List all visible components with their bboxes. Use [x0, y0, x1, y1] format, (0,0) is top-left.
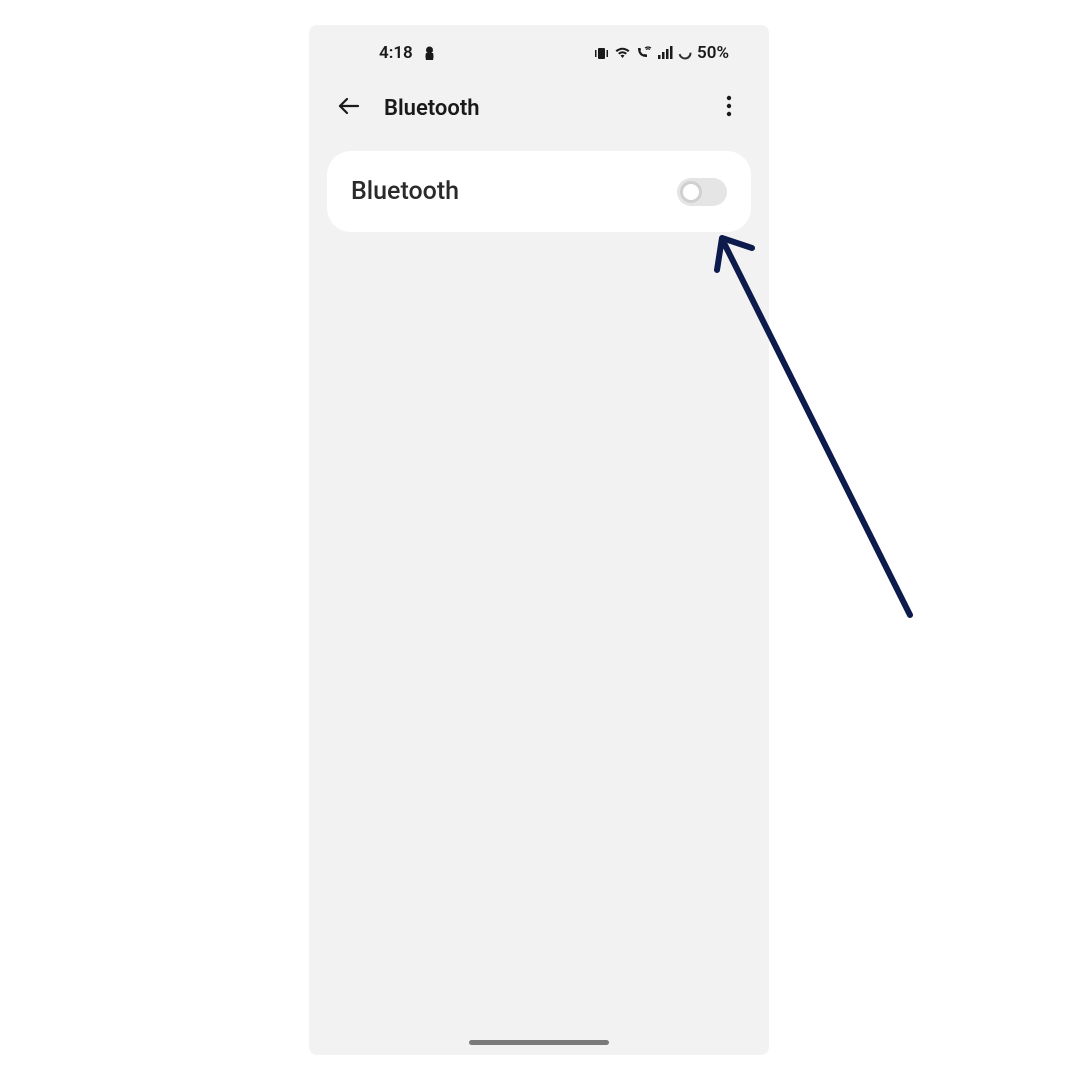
- content-area: Bluetooth: [309, 141, 769, 242]
- toggle-knob: [680, 181, 702, 203]
- more-vertical-icon: [726, 95, 732, 121]
- bluetooth-toggle-label: Bluetooth: [351, 177, 459, 206]
- bluetooth-toggle[interactable]: [677, 178, 727, 206]
- wifi-calling-icon: [636, 46, 652, 60]
- bluetooth-toggle-card: Bluetooth: [327, 151, 751, 232]
- back-button[interactable]: [334, 93, 364, 123]
- status-bar: 4:18: [309, 25, 769, 75]
- app-notification-icon: [423, 46, 436, 61]
- signal-icon: [657, 46, 673, 60]
- battery-loading-icon: [678, 46, 692, 60]
- battery-percentage: 50%: [697, 43, 729, 63]
- app-bar: Bluetooth: [309, 75, 769, 141]
- status-time: 4:18: [379, 43, 413, 63]
- navigation-bar-handle[interactable]: [469, 1040, 609, 1045]
- phone-screen: 4:18: [309, 25, 769, 1055]
- arrow-left-icon: [336, 93, 362, 123]
- vibrate-icon: [594, 46, 609, 61]
- wifi-icon: [614, 46, 631, 60]
- status-bar-left: 4:18: [379, 43, 436, 63]
- page-title: Bluetooth: [384, 96, 694, 121]
- status-bar-right: 50%: [594, 43, 729, 63]
- more-options-button[interactable]: [714, 93, 744, 123]
